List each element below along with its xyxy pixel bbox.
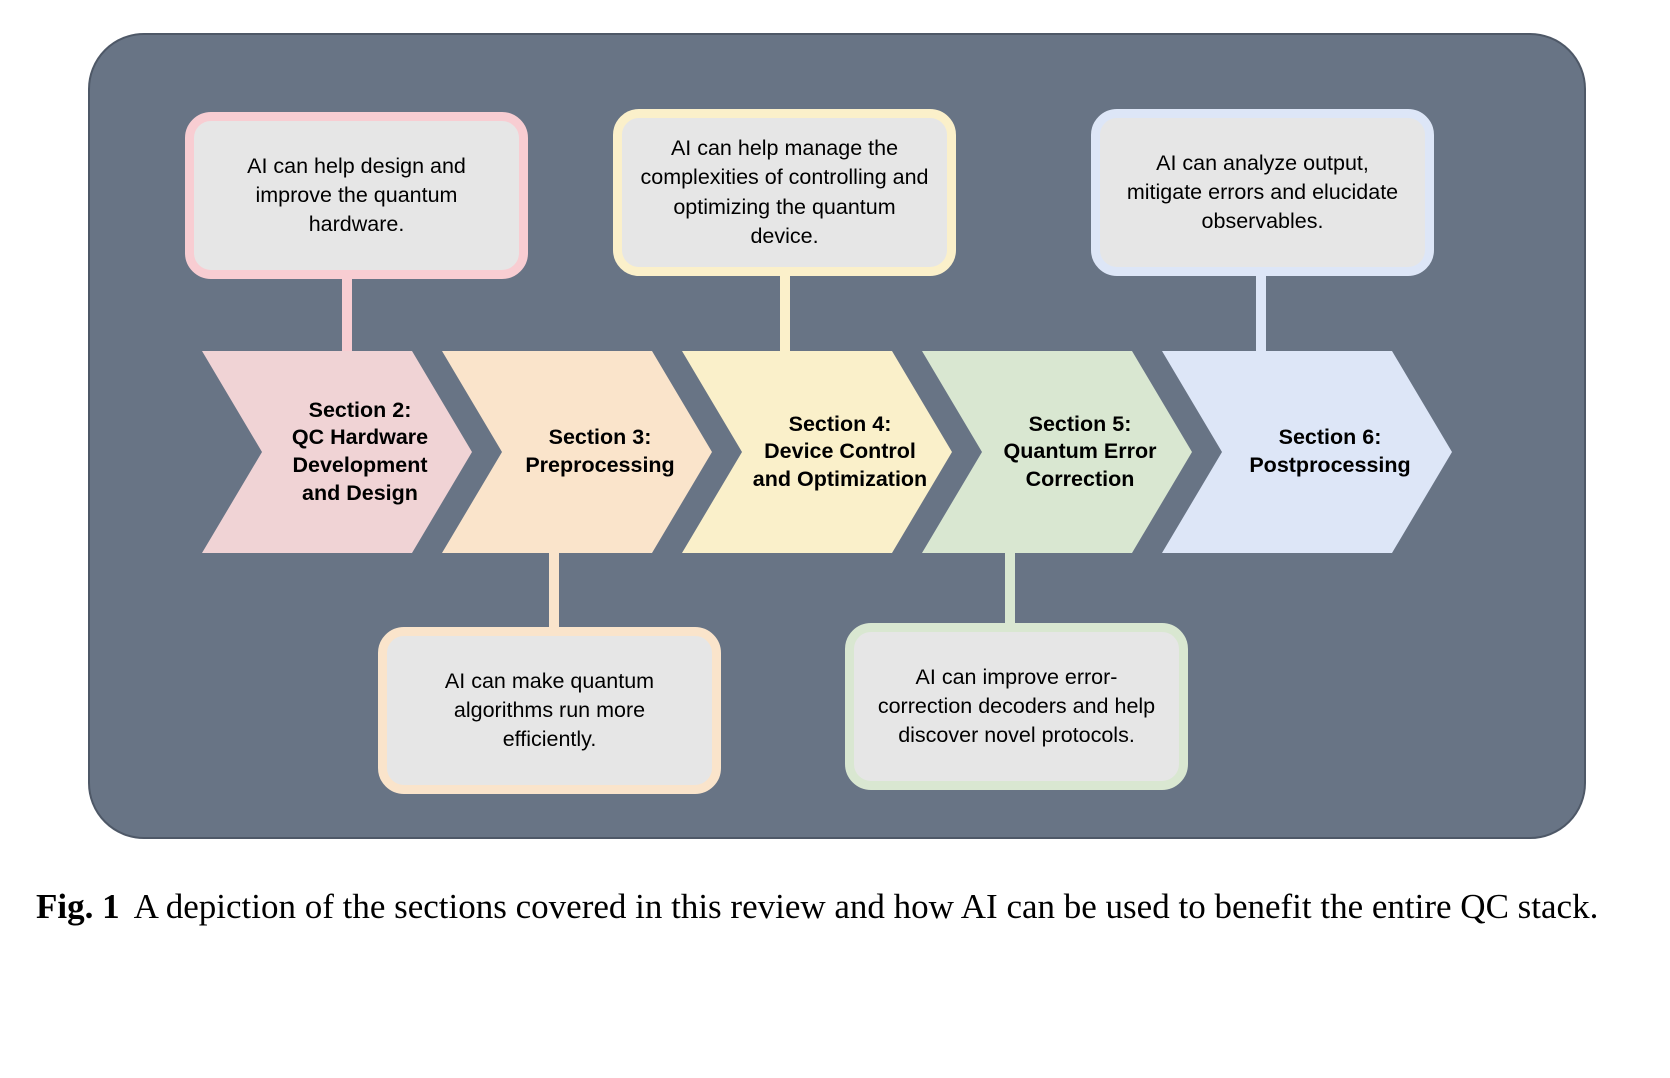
- callout-postprocessing-text: AI can analyze output, mitigate errors a…: [1126, 150, 1399, 233]
- callout-hardware: AI can help design and improve the quant…: [185, 112, 528, 279]
- figure-panel: AI can help design and improve the quant…: [88, 33, 1586, 839]
- callout-qec-text: AI can improve error-correction decoders…: [877, 664, 1156, 747]
- callout-preprocessing-text: AI can make quantum algorithms run more …: [444, 668, 655, 751]
- figure-caption-label: Fig. 1: [36, 887, 120, 926]
- stage-section-5[interactable]: Section 5: Quantum Error Correction: [922, 351, 1192, 553]
- stage-section-6[interactable]: Section 6: Postprocessing: [1162, 351, 1452, 553]
- callout-qec: AI can improve error-correction decoders…: [845, 623, 1188, 790]
- stage-flow: Section 2: QC Hardware Development and D…: [90, 351, 1588, 553]
- stage-section-5-label: Section 5: Quantum Error Correction: [1003, 411, 1157, 491]
- stage-section-2-label: Section 2: QC Hardware Development and D…: [291, 397, 429, 505]
- callout-device-control: AI can help manage the complexities of c…: [613, 109, 956, 276]
- stage-section-4[interactable]: Section 4: Device Control and Optimizati…: [682, 351, 952, 553]
- callout-preprocessing: AI can make quantum algorithms run more …: [378, 627, 721, 794]
- stage-section-3-label: Section 3: Preprocessing: [525, 425, 675, 477]
- stage-section-6-label: Section 6: Postprocessing: [1249, 425, 1411, 477]
- figure-caption-text: A depiction of the sections covered in t…: [133, 887, 1599, 926]
- stage-section-4-label: Section 4: Device Control and Optimizati…: [752, 411, 928, 491]
- stage-section-3[interactable]: Section 3: Preprocessing: [442, 351, 712, 553]
- callout-postprocessing: AI can analyze output, mitigate errors a…: [1091, 109, 1434, 276]
- callout-hardware-text: AI can help design and improve the quant…: [247, 153, 466, 236]
- stage-section-2[interactable]: Section 2: QC Hardware Development and D…: [202, 351, 472, 553]
- callout-device-control-text: AI can help manage the complexities of c…: [640, 136, 929, 248]
- figure-caption: Fig. 1 A depiction of the sections covere…: [36, 884, 1636, 931]
